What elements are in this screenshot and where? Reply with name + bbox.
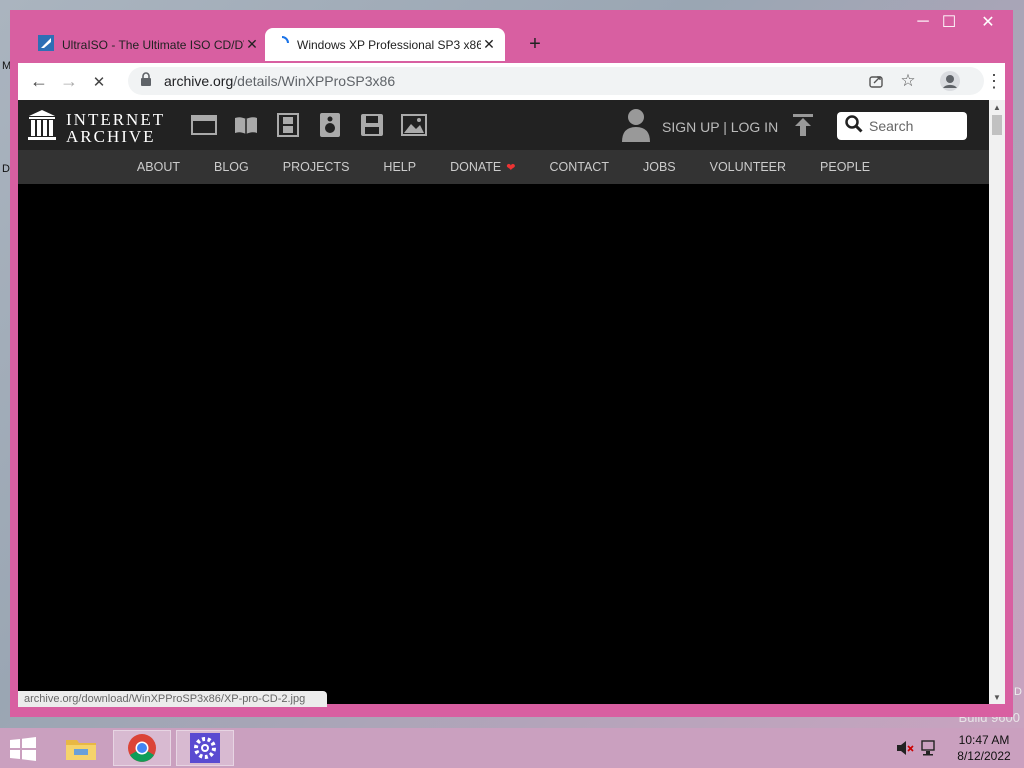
texts-book-icon[interactable]	[225, 112, 267, 138]
url-text: archive.org/details/WinXPProSP3x86	[164, 73, 396, 89]
system-tray	[896, 739, 938, 762]
clock-time: 10:47 AM	[958, 733, 1010, 747]
browser-toolbar: ← → ✕ archive.org/details/WinXPProSP3x86…	[18, 63, 1005, 100]
video-film-icon[interactable]	[267, 112, 309, 138]
nav-about[interactable]: ABOUT	[137, 160, 180, 174]
audio-speaker-icon[interactable]	[309, 112, 351, 138]
heart-icon: ❤	[506, 161, 516, 174]
forward-button[interactable]: →	[54, 67, 84, 97]
loading-spinner-icon	[275, 36, 289, 53]
ia-logo[interactable]: INTERNET ARCHIVE	[28, 109, 165, 146]
nav-contact[interactable]: CONTACT	[549, 160, 609, 174]
nav-people[interactable]: PEOPLE	[820, 160, 870, 174]
stop-loading-button[interactable]: ✕	[84, 67, 114, 97]
nav-blog[interactable]: BLOG	[214, 160, 249, 174]
nav-help[interactable]: HELP	[383, 160, 416, 174]
menu-kebab-icon[interactable]: ⋮	[979, 66, 1009, 96]
bookmark-star-icon[interactable]: ☆	[894, 67, 922, 95]
user-avatar-icon[interactable]	[622, 108, 650, 145]
ia-logo-text: INTERNET ARCHIVE	[66, 109, 166, 146]
scroll-down-icon[interactable]: ▼	[989, 690, 1005, 704]
new-tab-button[interactable]: +	[523, 32, 547, 56]
tab-title: UltraISO - The Ultimate ISO CD/DVD	[62, 37, 244, 52]
web-icon[interactable]	[183, 112, 225, 138]
ia-temple-icon	[28, 109, 56, 146]
ultraiso-favicon-icon	[38, 35, 54, 54]
back-arrow-icon: ←	[30, 71, 48, 91]
page-viewport: INTERNET ARCHIVE SIGN UP | LOG IN Search…	[18, 100, 989, 704]
software-floppy-icon[interactable]	[351, 112, 393, 138]
tab-title: Windows XP Professional SP3 x86	[297, 37, 481, 52]
browser-window: ─ ☐ ✕ UltraISO - The Ultimate ISO CD/DVD…	[10, 10, 1013, 717]
tab-strip: UltraISO - The Ultimate ISO CD/DVD ✕ Win…	[18, 18, 1005, 63]
user-area: SIGN UP | LOG IN	[622, 108, 778, 145]
desktop-fragment: D	[2, 163, 10, 175]
upload-icon[interactable]	[793, 114, 813, 141]
nav-jobs[interactable]: JOBS	[643, 160, 676, 174]
search-input[interactable]: Search	[837, 112, 967, 140]
profile-avatar-icon[interactable]	[936, 67, 964, 95]
tab-winxp[interactable]: Windows XP Professional SP3 x86 ✕	[265, 28, 505, 61]
chrome-icon[interactable]	[113, 730, 171, 766]
scroll-thumb[interactable]	[992, 115, 1002, 135]
ia-header: INTERNET ARCHIVE SIGN UP | LOG IN Search	[18, 100, 989, 150]
nav-donate[interactable]: DONATE ❤	[450, 160, 515, 174]
close-tab-icon[interactable]: ✕	[481, 36, 497, 53]
stop-icon: ✕	[92, 73, 106, 91]
nav-volunteer[interactable]: VOLUNTEER	[710, 160, 786, 174]
back-button[interactable]: ←	[24, 67, 54, 97]
clock-date: 8/12/2022	[957, 749, 1011, 763]
file-explorer-icon[interactable]	[52, 730, 110, 766]
desktop-fragment: D	[1014, 686, 1022, 698]
forward-arrow-icon: →	[60, 71, 78, 91]
search-icon	[845, 114, 863, 138]
taskbar-clock[interactable]: 10:47 AM 8/12/2022	[952, 732, 1016, 764]
nav-projects[interactable]: PROJECTS	[283, 160, 350, 174]
images-icon[interactable]	[393, 112, 435, 138]
network-icon[interactable]	[920, 739, 938, 762]
page-scrollbar[interactable]: ▲ ▼	[989, 100, 1005, 704]
signup-login-link[interactable]: SIGN UP | LOG IN	[662, 119, 778, 135]
status-bubble: archive.org/download/WinXPProSP3x86/XP-p…	[18, 691, 327, 707]
address-bar[interactable]: archive.org/details/WinXPProSP3x86 ☆	[128, 67, 984, 95]
speaker-muted-icon[interactable]	[896, 739, 914, 762]
settings-icon[interactable]	[176, 730, 234, 766]
taskbar: 10:47 AM 8/12/2022	[0, 728, 1024, 768]
windows-start-icon[interactable]	[8, 736, 38, 761]
lock-icon	[140, 71, 156, 91]
close-tab-icon[interactable]: ✕	[244, 36, 260, 53]
ia-nav-bar: ABOUT BLOG PROJECTS HELP DONATE ❤ CONTACT…	[18, 150, 989, 184]
media-icons	[183, 112, 435, 138]
tab-ultraiso[interactable]: UltraISO - The Ultimate ISO CD/DVD ✕	[28, 28, 268, 61]
share-icon[interactable]	[862, 67, 890, 95]
scroll-up-icon[interactable]: ▲	[989, 100, 1005, 114]
search-placeholder: Search	[869, 118, 914, 134]
